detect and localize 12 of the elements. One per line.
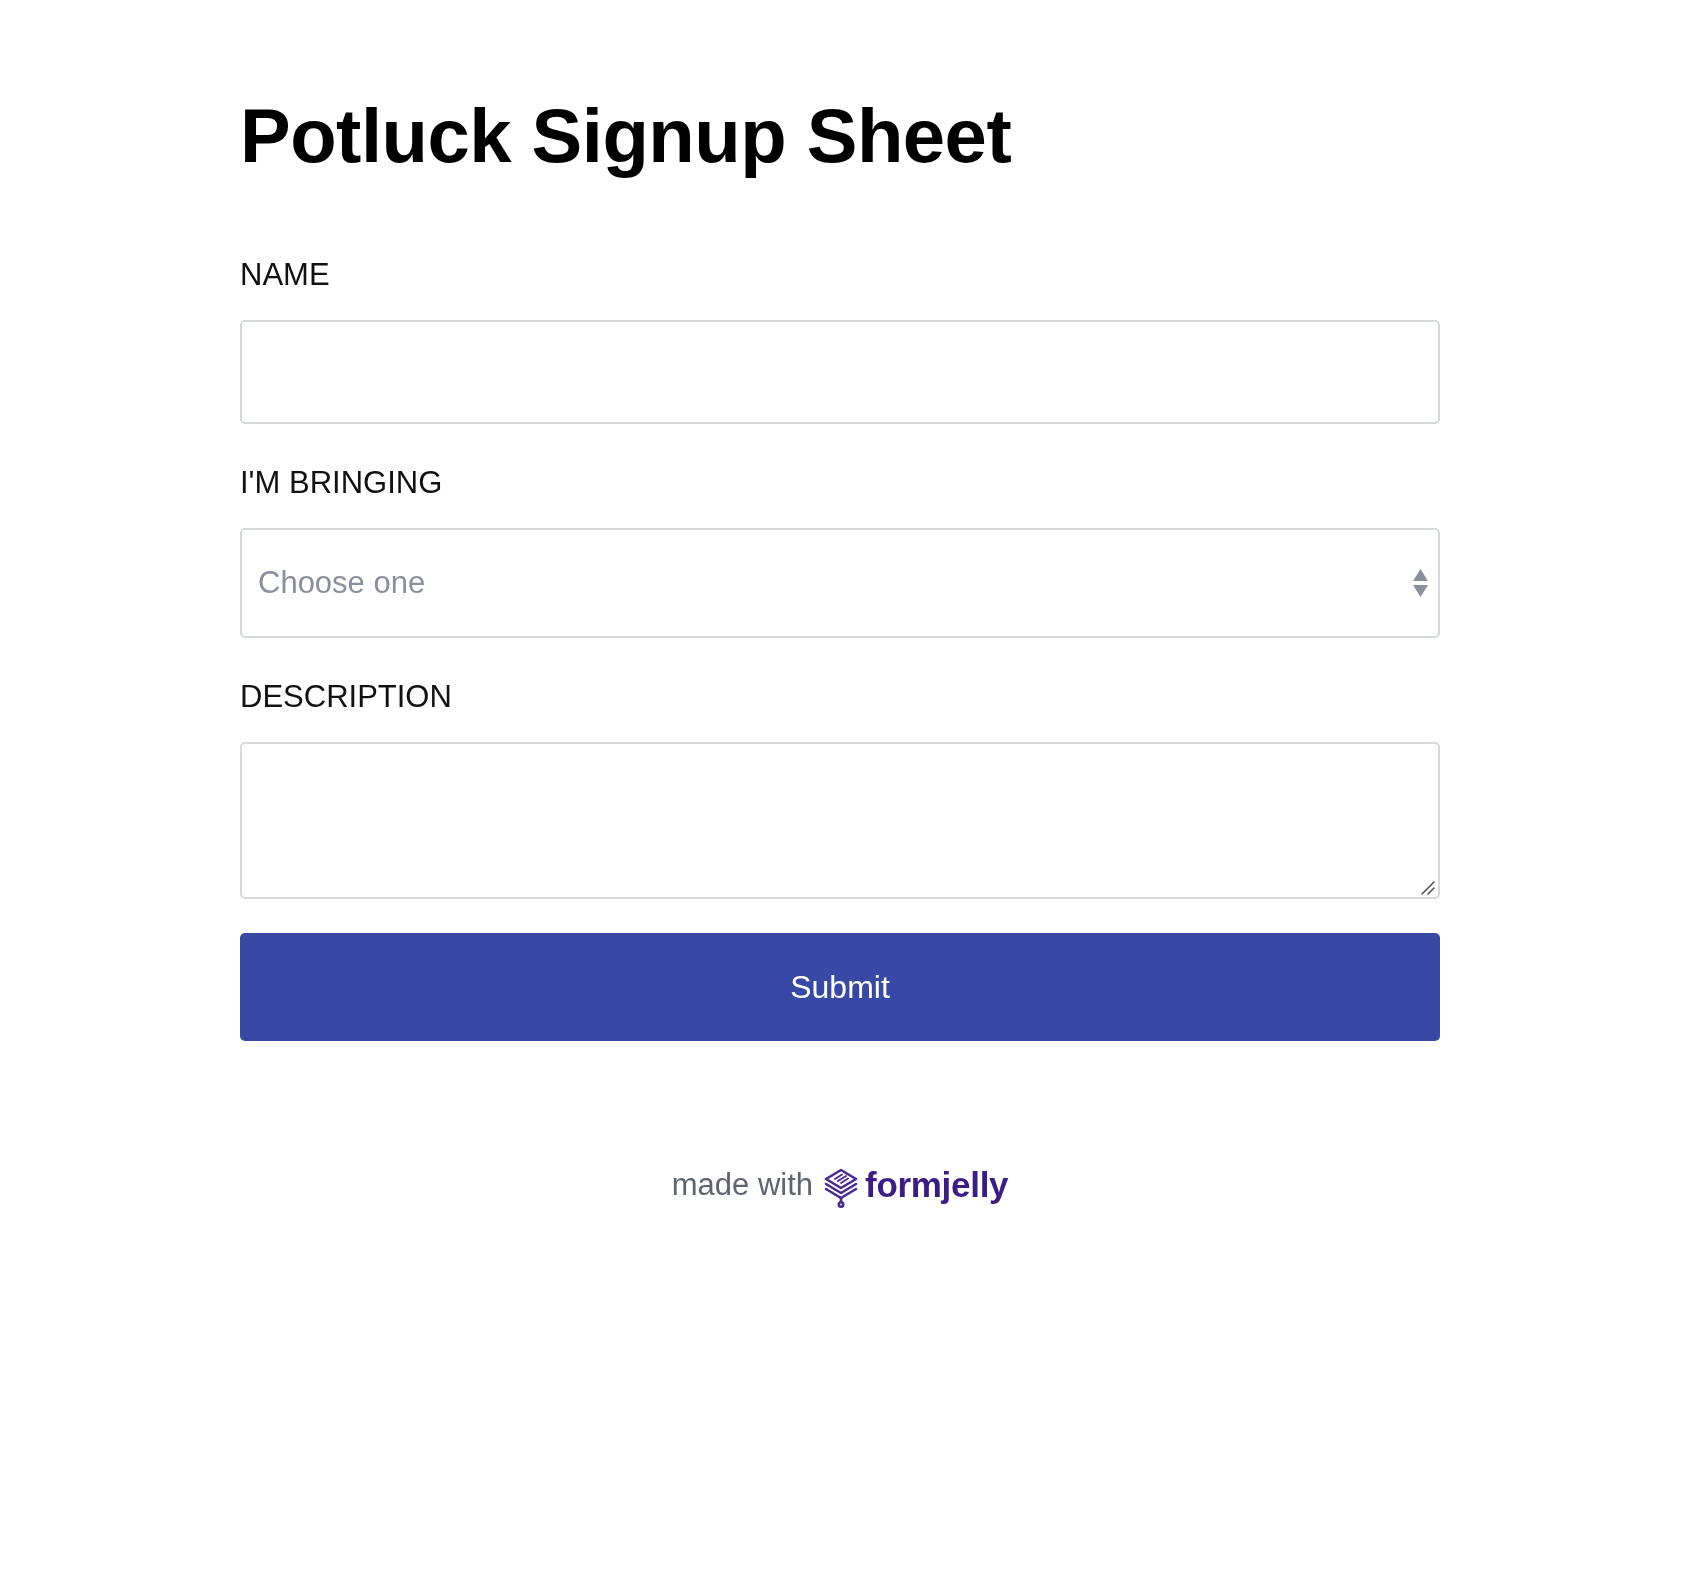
text-input-field[interactable] [240, 320, 1440, 425]
brand-name[interactable]: formjelly [865, 1164, 1009, 1207]
stacked-layers-icon [823, 1168, 860, 1209]
made-with-text: made with [671, 1166, 814, 1205]
up-down-arrows-icon [1413, 569, 1428, 598]
field-label: I'M BRINGING [240, 465, 443, 502]
field-label: DESCRIPTION [240, 679, 452, 716]
resize-handle-icon[interactable] [1421, 881, 1435, 896]
submit-button[interactable]: Submit [240, 933, 1440, 1042]
text-area-field[interactable] [240, 742, 1440, 900]
page-title: Potluck Signup Sheet [240, 92, 1012, 180]
field-label: NAME [240, 257, 330, 294]
